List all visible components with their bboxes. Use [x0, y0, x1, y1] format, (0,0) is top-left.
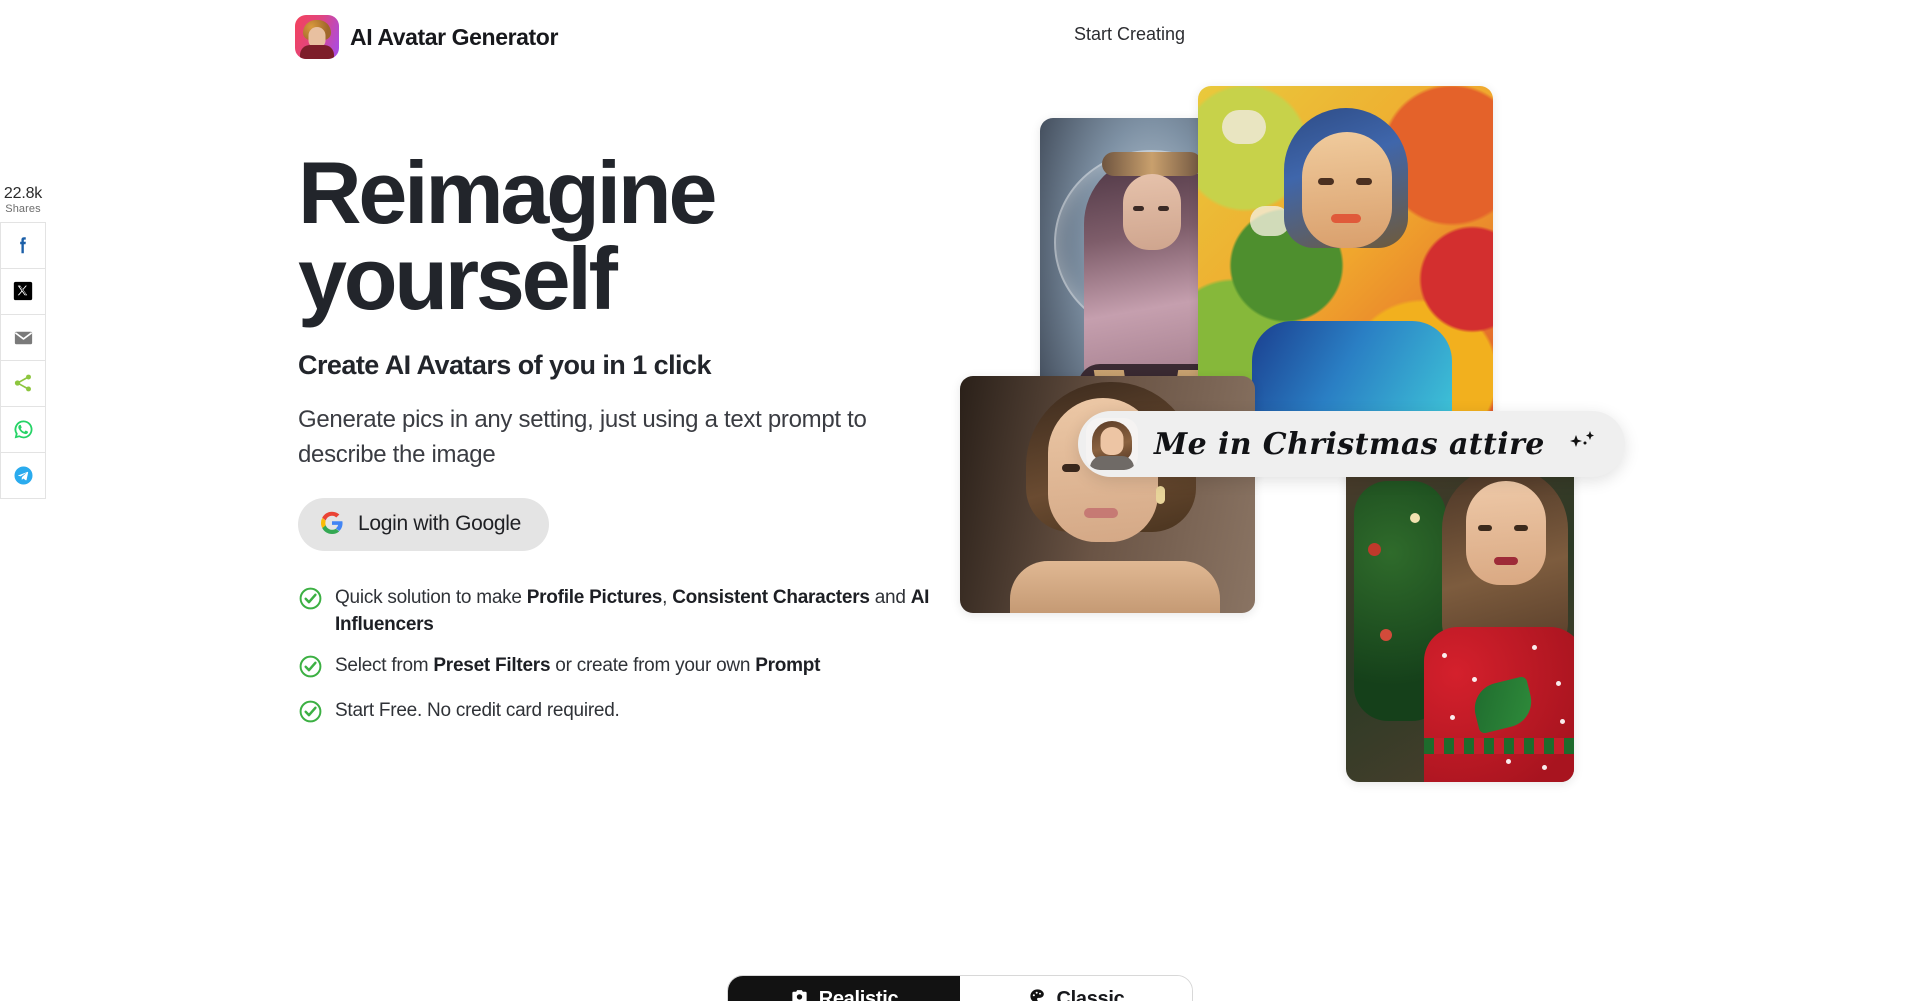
share-button-email[interactable] [1, 314, 45, 361]
social-share-rail: 22.8k Shares [0, 185, 46, 499]
feature-item: Select from Preset Filters or create fro… [298, 653, 998, 684]
hero-title-line-1: Reimagine [298, 143, 717, 242]
share-button-share[interactable] [1, 360, 45, 407]
brand-title: AI Avatar Generator [350, 23, 558, 50]
feature-item-label: Start Free. No credit card required. [335, 699, 620, 721]
feature-item: Quick solution to make Profile Pictures,… [298, 585, 998, 639]
share-nodes-icon [12, 372, 34, 394]
palette-icon [1028, 987, 1047, 1001]
share-button-telegram[interactable] [1, 452, 45, 499]
page-title: Reimagine yourself [298, 149, 998, 323]
tab-realistic-label: Realistic [818, 987, 899, 1001]
feature-item-label: Select from Preset Filters or create fro… [335, 654, 821, 676]
login-with-google-button[interactable]: Login with Google [298, 497, 550, 551]
site-header: AI Avatar Generator Start Creating [0, 0, 1920, 74]
tab-realistic[interactable]: Realistic [728, 976, 960, 1001]
nav-start-creating[interactable]: Start Creating [1074, 24, 1185, 45]
share-button-whatsapp[interactable] [1, 406, 45, 453]
share-button-x-twitter[interactable] [1, 268, 45, 315]
google-g-icon [320, 511, 344, 538]
landing-page: 22.8k Shares AI Avatar Generator Start C… [0, 0, 1920, 1001]
feature-item-label: Quick solution to make Profile Pictures,… [335, 586, 930, 635]
style-tab-group: Realistic Classic [727, 975, 1193, 1001]
share-button-facebook[interactable] [1, 222, 45, 269]
facebook-icon [12, 234, 34, 256]
prompt-example-pill[interactable]: Me in Christmas attire [1078, 411, 1625, 477]
check-circle-icon [298, 699, 323, 729]
hero-subtitle: Create AI Avatars of you in 1 click [298, 350, 711, 381]
telegram-icon [12, 464, 35, 487]
share-count-label: Shares [5, 202, 41, 215]
prompt-text: Me in Christmas attire [1154, 426, 1545, 462]
whatsapp-icon [12, 418, 35, 441]
login-button-label: Login with Google [358, 512, 522, 536]
hero-title-line-2: yourself [298, 229, 618, 329]
user-photo-icon [1086, 418, 1138, 470]
brand-logo-link[interactable]: AI Avatar Generator [295, 15, 558, 59]
x-twitter-icon [12, 280, 34, 302]
tab-classic-label: Classic [1056, 987, 1125, 1001]
email-icon [12, 326, 35, 349]
tab-classic[interactable]: Classic [960, 976, 1192, 1001]
hero-content: Reimagine yourself Create AI Avatars of … [298, 149, 998, 729]
avatar-card-christmas[interactable] [1346, 457, 1574, 782]
camera-icon [790, 987, 809, 1001]
hero-description: Generate pics in any setting, just using… [298, 406, 867, 468]
share-count: 22.8k [3, 185, 43, 202]
check-circle-icon [298, 654, 323, 684]
app-logo-avatar-icon [295, 15, 339, 59]
share-button-group [0, 221, 46, 499]
feature-item: Start Free. No credit card required. [298, 698, 998, 729]
sparkles-icon [1565, 429, 1599, 459]
check-circle-icon [298, 586, 323, 616]
feature-list: Quick solution to make Profile Pictures,… [298, 585, 998, 729]
